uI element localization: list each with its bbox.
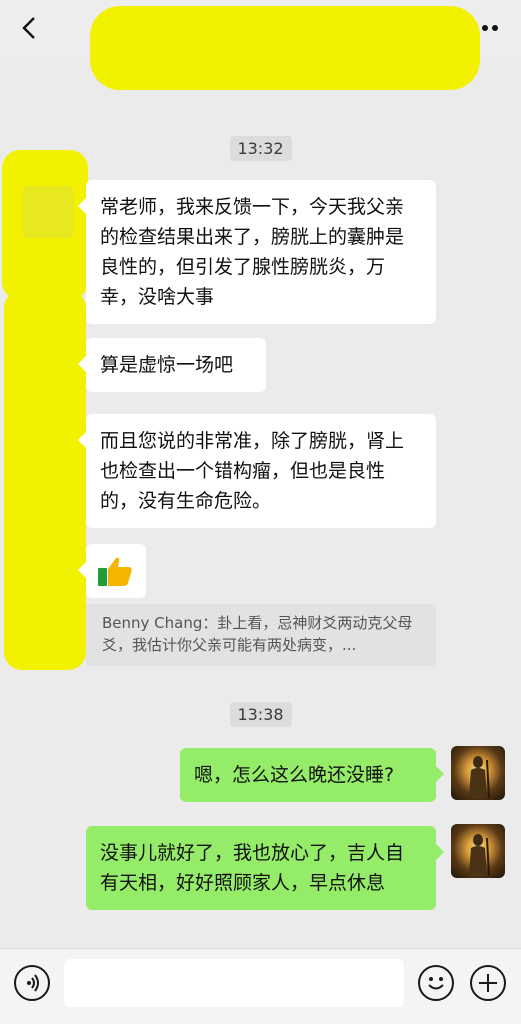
message-bubble[interactable]: 嗯，怎么这么晚还没睡? — [180, 748, 444, 802]
message-bubble[interactable]: 而且您说的非常准，除了膀胱，肾上也检查出一个错构瘤，但也是良性的，没有生命危险。 — [78, 414, 436, 528]
message-text: 嗯，怎么这么晚还没睡? — [194, 764, 395, 786]
message-bubble[interactable] — [78, 544, 146, 598]
message-input[interactable] — [64, 959, 404, 1007]
thumbs-up-emoji — [98, 557, 132, 586]
message-text: 没事儿就好了，我也放心了，吉人自有天相，好好照顾家人，早点休息 — [100, 842, 405, 894]
quoted-message[interactable]: Benny Chang：卦上看，忌神财爻两动克父母爻，我估计你父亲可能有两处病变… — [86, 604, 436, 666]
voice-button[interactable] — [14, 965, 50, 1001]
avatar-figure-icon — [469, 834, 490, 877]
message-bubble[interactable]: 常老师，我来反馈一下，今天我父亲的检查结果出来了，膀胱上的囊肿是良性的，但引发了… — [78, 180, 436, 324]
timestamp: 13:32 — [229, 136, 292, 161]
avatar[interactable] — [451, 824, 505, 878]
redacted-title — [90, 6, 480, 90]
timestamp: 13:38 — [229, 702, 292, 727]
message-text: 常老师，我来反馈一下，今天我父亲的检查结果出来了，膀胱上的囊肿是良性的，但引发了… — [100, 196, 405, 308]
avatar[interactable] — [451, 746, 505, 800]
plus-icon — [479, 974, 497, 992]
chevron-left-icon[interactable] — [16, 14, 44, 42]
redacted-name — [4, 290, 86, 670]
emoji-icon — [428, 977, 444, 990]
message-text: 而且您说的非常准，除了膀胱，肾上也检查出一个错构瘤，但也是良性的，没有生命危险。 — [100, 430, 405, 512]
message-text: 算是虚惊一场吧 — [100, 354, 234, 376]
plus-button[interactable] — [470, 965, 506, 1001]
input-bar — [0, 948, 521, 1024]
message-bubble[interactable]: 算是虚惊一场吧 — [78, 338, 266, 392]
emoji-button[interactable] — [418, 965, 454, 1001]
avatar[interactable] — [22, 186, 74, 238]
voice-icon — [27, 974, 39, 992]
avatar-figure-icon — [469, 756, 490, 799]
message-bubble[interactable]: 没事儿就好了，我也放心了，吉人自有天相，好好照顾家人，早点休息 — [86, 826, 444, 910]
